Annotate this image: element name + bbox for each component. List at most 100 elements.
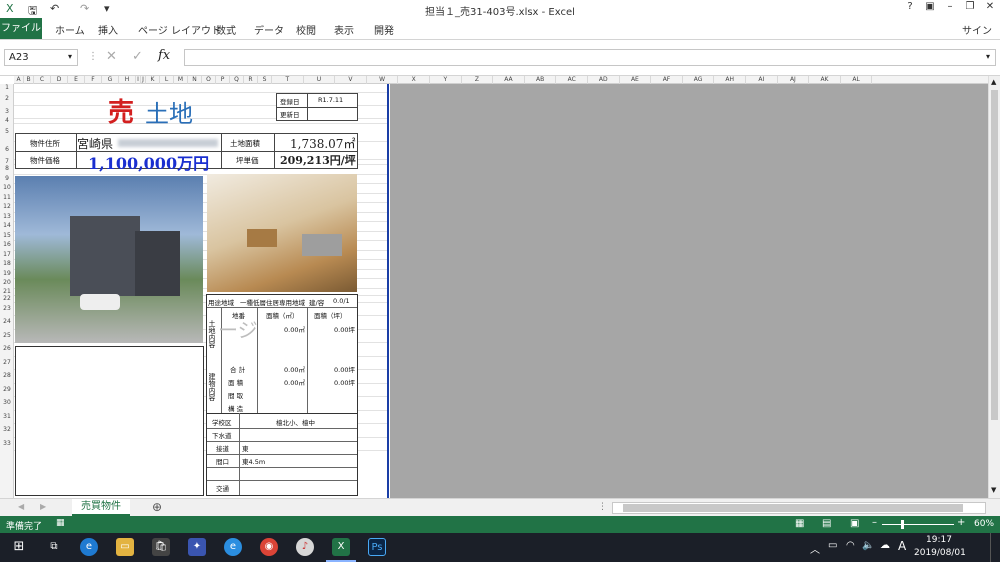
tab-page-layout[interactable]: ページ レイアウト bbox=[138, 22, 221, 37]
column-header[interactable]: AF bbox=[651, 76, 683, 84]
column-header[interactable]: G bbox=[102, 76, 119, 84]
row-header[interactable]: 31 bbox=[0, 410, 14, 424]
edge-icon[interactable]: e bbox=[80, 538, 98, 556]
column-header[interactable]: D bbox=[51, 76, 68, 84]
ime-indicator[interactable]: A bbox=[898, 539, 906, 553]
column-header[interactable]: B bbox=[24, 76, 34, 84]
enter-icon[interactable]: ✓ bbox=[132, 49, 143, 64]
row-header[interactable]: 11 bbox=[0, 193, 14, 203]
onedrive-icon[interactable]: ☁ bbox=[880, 540, 890, 551]
row-header[interactable]: 32 bbox=[0, 423, 14, 437]
row-header[interactable]: 6 bbox=[0, 141, 14, 159]
add-sheet-icon[interactable]: ⊕ bbox=[152, 500, 162, 514]
column-header[interactable]: H bbox=[119, 76, 136, 84]
macro-record-icon[interactable]: ▦ bbox=[56, 518, 65, 528]
photoshop-icon[interactable]: Ps bbox=[368, 538, 386, 556]
row-header[interactable]: 15 bbox=[0, 231, 14, 241]
column-header[interactable]: R bbox=[244, 76, 258, 84]
row-header[interactable]: 33 bbox=[0, 437, 14, 451]
zoom-out-icon[interactable]: – bbox=[872, 517, 877, 528]
row-header[interactable]: 30 bbox=[0, 396, 14, 410]
tab-file[interactable]: ファイル bbox=[0, 18, 42, 39]
column-header[interactable]: AK bbox=[809, 76, 841, 84]
tab-review[interactable]: 校閲 bbox=[296, 22, 316, 37]
column-header[interactable]: AB bbox=[525, 76, 557, 84]
tab-insert[interactable]: 挿入 bbox=[98, 22, 118, 37]
scroll-down-icon[interactable]: ▼ bbox=[991, 486, 996, 494]
column-header[interactable]: S bbox=[258, 76, 272, 84]
split-handle-icon[interactable]: ⋮ bbox=[598, 502, 607, 512]
wifi-icon[interactable]: ◠ bbox=[846, 540, 855, 551]
start-icon[interactable]: ⊞ bbox=[10, 538, 28, 556]
column-header[interactable]: T bbox=[272, 76, 304, 84]
row-header[interactable]: 17 bbox=[0, 250, 14, 260]
tab-data[interactable]: データ bbox=[254, 22, 284, 37]
help-button[interactable]: ? bbox=[900, 1, 920, 17]
volume-icon[interactable]: 🔈 bbox=[862, 540, 874, 551]
tab-view[interactable]: 表示 bbox=[334, 22, 354, 37]
column-header[interactable]: V bbox=[335, 76, 367, 84]
row-header[interactable]: 8 bbox=[0, 164, 14, 174]
vertical-scrollbar[interactable]: ▲ ▼ bbox=[988, 76, 1000, 498]
excel-taskbar-icon[interactable]: X bbox=[332, 538, 350, 556]
tray-expand-icon[interactable]: ︿ bbox=[810, 541, 820, 556]
column-header[interactable]: Y bbox=[430, 76, 462, 84]
file-explorer-icon[interactable]: ▭ bbox=[116, 538, 134, 556]
row-header[interactable]: 26 bbox=[0, 342, 14, 356]
clock-date[interactable]: 2019/08/01 bbox=[914, 548, 966, 558]
column-header[interactable]: L bbox=[160, 76, 174, 84]
formula-input[interactable] bbox=[184, 49, 996, 66]
row-header[interactable]: 2 bbox=[0, 92, 14, 105]
restore-icon[interactable]: ❐ bbox=[960, 1, 980, 17]
column-header[interactable]: AD bbox=[588, 76, 620, 84]
name-box-dropdown-icon[interactable]: ▾ bbox=[68, 52, 72, 61]
h-scroll-thumb[interactable] bbox=[623, 504, 963, 512]
column-header[interactable]: X bbox=[398, 76, 430, 84]
row-header[interactable]: 18 bbox=[0, 259, 14, 269]
row-header[interactable]: 29 bbox=[0, 383, 14, 397]
clock-time[interactable]: 19:17 bbox=[926, 535, 952, 545]
row-header[interactable]: 25 bbox=[0, 329, 14, 343]
page-layout-view-icon[interactable]: ▤ bbox=[822, 518, 831, 529]
next-sheet-icon[interactable]: ▶ bbox=[40, 502, 46, 511]
column-header[interactable]: AG bbox=[683, 76, 715, 84]
network-icon[interactable]: ▭ bbox=[828, 540, 837, 551]
row-header[interactable]: 5 bbox=[0, 123, 14, 141]
zoom-level[interactable]: 60% bbox=[974, 519, 994, 529]
row-header[interactable]: 1 bbox=[0, 84, 14, 92]
close-icon[interactable]: ✕ bbox=[980, 1, 1000, 17]
ie-icon[interactable]: e bbox=[224, 538, 242, 556]
row-header[interactable]: 27 bbox=[0, 356, 14, 370]
column-header[interactable]: AJ bbox=[778, 76, 810, 84]
column-header[interactable]: W bbox=[367, 76, 399, 84]
zoom-in-icon[interactable]: + bbox=[957, 517, 965, 528]
scroll-thumb[interactable] bbox=[991, 90, 998, 420]
column-header[interactable]: AI bbox=[746, 76, 778, 84]
normal-view-icon[interactable]: ▦ bbox=[795, 518, 804, 529]
ribbon-display-icon[interactable]: ▣ bbox=[920, 1, 940, 17]
cancel-icon[interactable]: ✕ bbox=[106, 49, 117, 64]
column-header[interactable]: E bbox=[68, 76, 85, 84]
row-header[interactable]: 13 bbox=[0, 212, 14, 222]
sheet-tab-active[interactable]: 売買物件 bbox=[72, 499, 130, 516]
row-header[interactable]: 12 bbox=[0, 202, 14, 212]
column-header[interactable]: AA bbox=[493, 76, 525, 84]
column-header[interactable]: Q bbox=[230, 76, 244, 84]
column-header[interactable]: AC bbox=[556, 76, 588, 84]
row-header[interactable]: 19 bbox=[0, 269, 14, 279]
show-desktop-button[interactable] bbox=[990, 533, 1000, 562]
row-header[interactable]: 10 bbox=[0, 183, 14, 193]
insert-function-icon[interactable]: fx bbox=[158, 48, 170, 63]
task-view-icon[interactable]: ⧉ bbox=[45, 538, 63, 556]
zoom-slider[interactable] bbox=[882, 524, 954, 525]
horizontal-scrollbar[interactable] bbox=[612, 502, 986, 514]
row-header[interactable]: 23 bbox=[0, 302, 14, 316]
column-header[interactable]: C bbox=[34, 76, 51, 84]
column-header[interactable]: M bbox=[174, 76, 188, 84]
row-header[interactable]: 16 bbox=[0, 240, 14, 250]
column-header[interactable]: O bbox=[202, 76, 216, 84]
column-header[interactable]: F bbox=[85, 76, 102, 84]
minimize-icon[interactable]: – bbox=[940, 1, 960, 17]
tab-home[interactable]: ホーム bbox=[55, 22, 85, 37]
row-header[interactable]: 22 bbox=[0, 295, 14, 302]
